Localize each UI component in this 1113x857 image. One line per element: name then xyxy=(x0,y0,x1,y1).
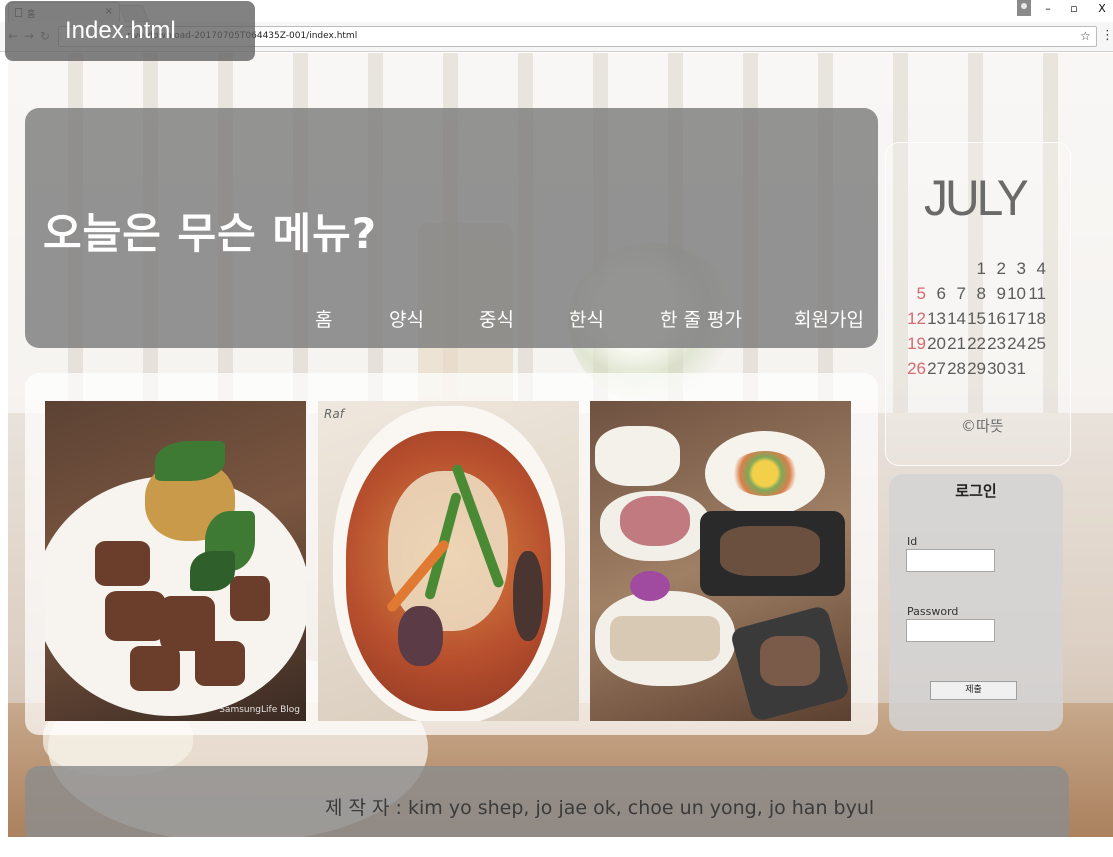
steak-piece xyxy=(230,576,270,621)
orchid-flower xyxy=(630,571,670,601)
western-dish-image[interactable]: SamsungLife Blog xyxy=(45,401,306,721)
calendar-day: 22 xyxy=(967,334,986,353)
calendar-day: 16 xyxy=(987,309,1006,328)
site-footer: 제 작 자 : kim yo shep, jo jae ok, choe un … xyxy=(25,766,1069,837)
calendar-day: 28 xyxy=(947,359,966,378)
steak-piece xyxy=(130,646,180,691)
window-title-overlay: Index.html xyxy=(5,1,255,61)
restore-button[interactable]: ▫ xyxy=(1064,2,1084,15)
rolls xyxy=(610,616,720,661)
calendar-day: 21 xyxy=(947,334,966,353)
calendar-day: 8 xyxy=(976,284,986,303)
nav-western[interactable]: 양식 xyxy=(389,305,424,332)
calendar-day: 29 xyxy=(967,359,986,378)
submit-button[interactable]: 제출 xyxy=(930,681,1017,700)
herb-leaf xyxy=(155,441,225,481)
login-title: 로그인 xyxy=(955,482,997,500)
nav-reviews[interactable]: 한 줄 평가 xyxy=(660,305,742,332)
side-dish xyxy=(595,426,680,486)
nine-section-dish xyxy=(730,451,800,496)
calendar-widget: JULY 1 2 3 4 5 6 7 8 9 10 11 12 13 14 15 16 17 18 19 20 21 22… xyxy=(885,142,1071,466)
calendar-day: 19 xyxy=(907,334,926,353)
calendar-day: 13 xyxy=(927,309,946,328)
calendar-day: 6 xyxy=(936,284,946,303)
steak-piece xyxy=(195,641,245,686)
korean-dish-image[interactable] xyxy=(590,401,851,721)
braised-meat xyxy=(760,636,820,686)
bookmark-star-icon[interactable]: ☆ xyxy=(1080,29,1091,43)
calendar-day: 10 xyxy=(1007,284,1026,303)
calendar-day: 3 xyxy=(1016,259,1026,278)
calendar-day: 7 xyxy=(956,284,966,303)
main-nav: 홈 양식 중식 한식 한 줄 평가 회원가입 xyxy=(25,305,878,335)
site-title: 오늘은 무슨 메뉴? xyxy=(43,209,378,258)
food-gallery: SamsungLife Blog Raf xyxy=(25,373,878,735)
calendar-day: 30 xyxy=(987,359,1006,378)
calendar-day: 11 xyxy=(1028,284,1046,303)
steak-piece xyxy=(105,591,165,641)
calendar-day: 18 xyxy=(1027,309,1046,328)
login-panel: 로그인 Id Password 제출 xyxy=(889,474,1063,731)
nav-signup[interactable]: 회원가입 xyxy=(794,305,864,332)
minimize-button[interactable]: – xyxy=(1038,2,1058,15)
calendar-day: 1 xyxy=(976,259,986,278)
calendar-day: 5 xyxy=(916,284,926,303)
id-input[interactable] xyxy=(906,549,995,572)
close-window-button[interactable]: X xyxy=(1092,2,1112,15)
calendar-month: JULY xyxy=(924,170,1029,227)
calendar-day: 4 xyxy=(1036,259,1046,278)
steak-piece xyxy=(95,541,150,586)
browser-menu-icon[interactable]: ⋮ xyxy=(1101,28,1113,43)
page-viewport: 오늘은 무슨 메뉴? 홈 양식 중식 한식 한 줄 평가 회원가입 Samsun… xyxy=(8,53,1113,837)
calendar-day: 20 xyxy=(927,334,946,353)
calendar-day: 15 xyxy=(967,309,986,328)
raw-beef xyxy=(620,496,690,546)
footer-credits: 제 작 자 : kim yo shep, jo jae ok, choe un … xyxy=(325,797,875,819)
herb-leaf xyxy=(190,551,235,591)
chinese-dish-image[interactable]: Raf xyxy=(318,401,579,721)
calendar-day: 9 xyxy=(996,284,1006,303)
calendar-day: 25 xyxy=(1027,334,1046,353)
password-input[interactable] xyxy=(906,619,995,642)
squid xyxy=(398,606,443,666)
password-label: Password xyxy=(907,605,959,618)
nav-home[interactable]: 홈 xyxy=(315,305,332,332)
calendar-credit: ©따뜻 xyxy=(961,417,1004,435)
calendar-day: 17 xyxy=(1007,309,1026,328)
calendar-day: 12 xyxy=(907,309,926,328)
calendar-day: 2 xyxy=(996,259,1006,278)
nav-chinese[interactable]: 중식 xyxy=(479,305,514,332)
calendar-day: 14 xyxy=(947,309,966,328)
profile-icon[interactable] xyxy=(1017,0,1031,16)
bulgogi xyxy=(720,526,820,576)
mushroom xyxy=(513,551,543,641)
id-label: Id xyxy=(907,535,918,548)
calendar-day: 23 xyxy=(987,334,1006,353)
calendar-day: 31 xyxy=(1007,359,1026,378)
calendar-day: 24 xyxy=(1007,334,1026,353)
nav-korean[interactable]: 한식 xyxy=(569,305,604,332)
site-header: 오늘은 무슨 메뉴? 홈 양식 중식 한식 한 줄 평가 회원가입 xyxy=(25,108,878,348)
image-watermark: SamsungLife Blog xyxy=(219,705,300,715)
calendar-day: 27 xyxy=(927,359,946,378)
calendar-day: 26 xyxy=(907,359,926,378)
image-watermark: Raf xyxy=(324,407,344,421)
